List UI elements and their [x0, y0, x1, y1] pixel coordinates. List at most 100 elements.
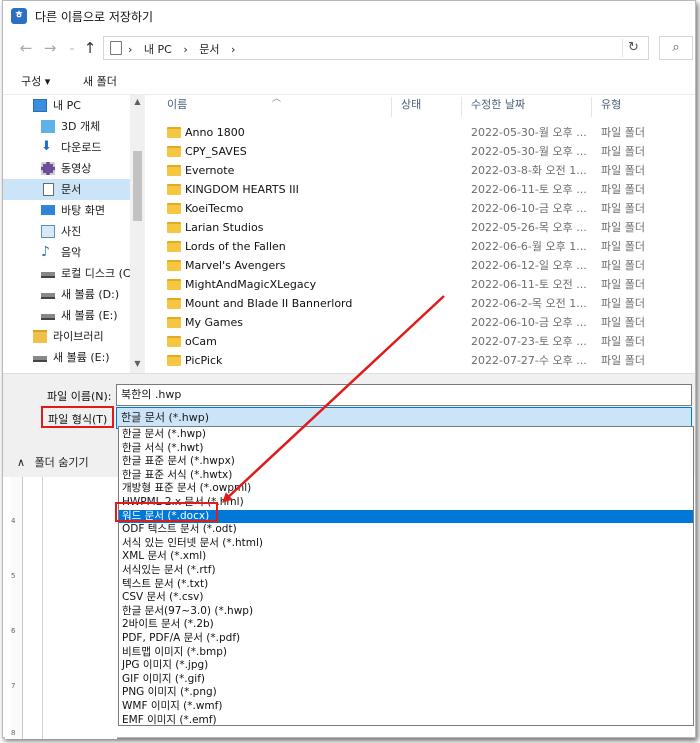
- option-owpml[interactable]: 개방형 표준 문서 (*.owpml): [119, 482, 693, 496]
- up-arrow-icon[interactable]: ↑: [81, 39, 99, 57]
- table-row[interactable]: My Games 2022-06-10-금 오후 ... 파일 폴더: [145, 313, 695, 332]
- toolbar: 구성 ▾ 새 폴더: [3, 65, 695, 95]
- hwp-icon: ㅎ: [11, 8, 27, 24]
- option-html[interactable]: 서식 있는 인터넷 문서 (*.html): [119, 537, 693, 551]
- forward-arrow-icon[interactable]: →: [41, 39, 59, 57]
- new-folder-button[interactable]: 새 폴더: [83, 73, 117, 89]
- table-row[interactable]: Lords of the Fallen 2022-06-6-월 오후 1... 파일…: [145, 237, 695, 256]
- folder-icon: [167, 222, 181, 233]
- folder-icon: [167, 336, 181, 347]
- option-pdf[interactable]: PDF, PDF/A 문서 (*.pdf): [119, 632, 693, 646]
- column-divider[interactable]: [391, 97, 392, 117]
- breadcrumb-separator: ›: [183, 43, 188, 56]
- folder-icon: [167, 241, 181, 252]
- column-status[interactable]: 상태: [401, 95, 421, 117]
- column-divider[interactable]: [461, 97, 462, 117]
- breadcrumb-separator: ›: [128, 43, 133, 56]
- table-row[interactable]: oCam 2022-07-23-토 오후 ... 파일 폴더: [145, 332, 695, 351]
- table-row[interactable]: Mount and Blade II Bannerlord 2022-06-2-목…: [145, 294, 695, 313]
- sidebar-item-documents[interactable]: 문서: [3, 179, 130, 200]
- nav-scrollbar[interactable]: ▲ ▼: [130, 95, 145, 373]
- music-icon: ♪: [41, 244, 50, 260]
- search-icon[interactable]: ⌕: [659, 36, 693, 60]
- sidebar-item-pictures[interactable]: 사진: [3, 221, 130, 242]
- back-arrow-icon[interactable]: ←: [17, 39, 35, 57]
- breadcrumb-separator: ›: [231, 43, 236, 56]
- option-hwpx[interactable]: 한글 표준 문서 (*.hwpx): [119, 455, 693, 469]
- drive-icon: [41, 314, 55, 320]
- option-wmf[interactable]: WMF 이미지 (*.wmf): [119, 700, 693, 714]
- option-csv[interactable]: CSV 문서 (*.csv): [119, 591, 693, 605]
- table-row[interactable]: Larian Studios 2022-05-26-목 오후 ... 파일 폴더: [145, 218, 695, 237]
- sidebar-item-libraries[interactable]: 라이브러리: [3, 326, 130, 347]
- filename-field[interactable]: 북한의 .hwp: [116, 384, 692, 406]
- table-row[interactable]: KINGDOM HEARTS III 2022-06-11-토 오후 ... 파일 …: [145, 180, 695, 199]
- sidebar-item-volume-d[interactable]: 새 볼륨 (D:): [3, 284, 130, 305]
- organize-button[interactable]: 구성 ▾: [21, 73, 50, 89]
- option-hwtx[interactable]: 한글 표준 서식 (*.hwtx): [119, 469, 693, 483]
- address-bar[interactable]: › 내 PC › 문서 › ↻: [103, 36, 649, 60]
- ruler-mark: 5: [11, 572, 16, 580]
- refresh-icon[interactable]: ↻: [622, 39, 644, 57]
- table-row[interactable]: Marvel's Avengers 2022-06-12-일 오후 ... 파일 폴…: [145, 256, 695, 275]
- option-png[interactable]: PNG 이미지 (*.png): [119, 686, 693, 700]
- option-odt[interactable]: ODF 텍스트 문서 (*.odt): [119, 523, 693, 537]
- option-txt[interactable]: 텍스트 문서 (*.txt): [119, 578, 693, 592]
- option-jpg[interactable]: JPG 이미지 (*.jpg): [119, 659, 693, 673]
- hide-folders-button[interactable]: ∧ 폴더 숨기기: [17, 454, 89, 470]
- table-row[interactable]: MightAndMagicXLegacy 2022-06-11-토 오전 ... 파…: [145, 275, 695, 294]
- option-gif[interactable]: GIF 이미지 (*.gif): [119, 673, 693, 687]
- option-bmp[interactable]: 비트맵 이미지 (*.bmp): [119, 646, 693, 660]
- filetype-dropdown-list: 한글 문서 (*.hwp) 한글 서식 (*.hwt) 한글 표준 문서 (*.…: [118, 426, 694, 726]
- folder-icon: [167, 317, 181, 328]
- ruler-mark: 8: [11, 729, 16, 737]
- column-name[interactable]: 이름: [167, 95, 187, 117]
- folder-icon: [167, 203, 181, 214]
- window-title: 다른 이름으로 저장하기: [35, 10, 154, 24]
- sidebar-item-music[interactable]: ♪ 음악: [3, 242, 130, 263]
- sidebar-item-volume-e-2[interactable]: 새 볼륨 (E:): [3, 347, 130, 368]
- sidebar-item-local-disk-c[interactable]: 로컬 디스크 (C: [3, 263, 130, 284]
- sidebar-item-downloads[interactable]: ⬇ 다운로드: [3, 137, 130, 158]
- sidebar-item-3d-objects[interactable]: 3D 개체: [3, 116, 130, 137]
- sidebar-item-desktop[interactable]: 바탕 화면: [3, 200, 130, 221]
- save-as-dialog: ㅎ 다른 이름으로 저장하기 ← → ⌄ ↑ › 내 PC › 문서 › ↻ ⌕…: [2, 0, 696, 739]
- option-rtf[interactable]: 서식있는 문서 (*.rtf): [119, 564, 693, 578]
- sidebar-item-my-pc[interactable]: 내 PC: [3, 95, 130, 116]
- scroll-up-icon[interactable]: ▲: [133, 97, 142, 106]
- option-docx[interactable]: 워드 문서 (*.docx): [119, 509, 693, 524]
- breadcrumb-documents[interactable]: 문서: [199, 43, 219, 56]
- option-xml[interactable]: XML 문서 (*.xml): [119, 550, 693, 564]
- column-type[interactable]: 유형: [601, 95, 621, 117]
- 3d-objects-icon: [41, 120, 55, 133]
- document-icon: [110, 41, 122, 55]
- option-hml[interactable]: HWPML 2.x 문서 (*.hml): [119, 496, 693, 510]
- column-divider[interactable]: [591, 97, 592, 117]
- option-hwp[interactable]: 한글 문서 (*.hwp): [119, 428, 693, 442]
- ruler-mark: 6: [11, 627, 16, 635]
- table-row[interactable]: Evernote 2022-03-8-화 오전 1... 파일 폴더: [145, 161, 695, 180]
- option-hwt[interactable]: 한글 서식 (*.hwt): [119, 442, 693, 456]
- table-row[interactable]: CPY_SAVES 2022-05-30-월 오후 ... 파일 폴더: [145, 142, 695, 161]
- table-row[interactable]: Anno 1800 2022-05-30-월 오후 ... 파일 폴더: [145, 123, 695, 142]
- option-2b[interactable]: 2바이트 문서 (*.2b): [119, 618, 693, 632]
- picture-icon: [41, 225, 55, 238]
- scroll-down-icon[interactable]: ▼: [133, 359, 142, 368]
- folder-icon: [167, 165, 181, 176]
- sidebar-item-volume-e[interactable]: 새 볼륨 (E:): [3, 305, 130, 326]
- folder-icon: [167, 184, 181, 195]
- option-hwp97[interactable]: 한글 문서(97~3.0) (*.hwp): [119, 605, 693, 619]
- sidebar-item-videos[interactable]: 동영상: [3, 158, 130, 179]
- table-row[interactable]: KoeiTecmo 2022-06-10-금 오후 ... 파일 폴더: [145, 199, 695, 218]
- option-emf[interactable]: EMF 이미지 (*.emf): [119, 714, 693, 728]
- address-row: ← → ⌄ ↑ › 내 PC › 문서 › ↻ ⌕: [3, 31, 695, 65]
- filetype-label: 파일 형식(T): [48, 413, 108, 426]
- breadcrumb-my-pc[interactable]: 내 PC: [144, 43, 172, 56]
- nav-scroll-thumb[interactable]: [133, 151, 142, 221]
- table-row[interactable]: PicPick 2022-07-27-수 오후 ... 파일 폴더: [145, 351, 695, 370]
- page-edge: [42, 477, 43, 739]
- ruler-mark: 4: [11, 517, 16, 525]
- recent-chevron-icon[interactable]: ⌄: [63, 39, 81, 57]
- column-modified[interactable]: 수정한 날짜: [471, 95, 525, 117]
- folder-icon: [167, 355, 181, 366]
